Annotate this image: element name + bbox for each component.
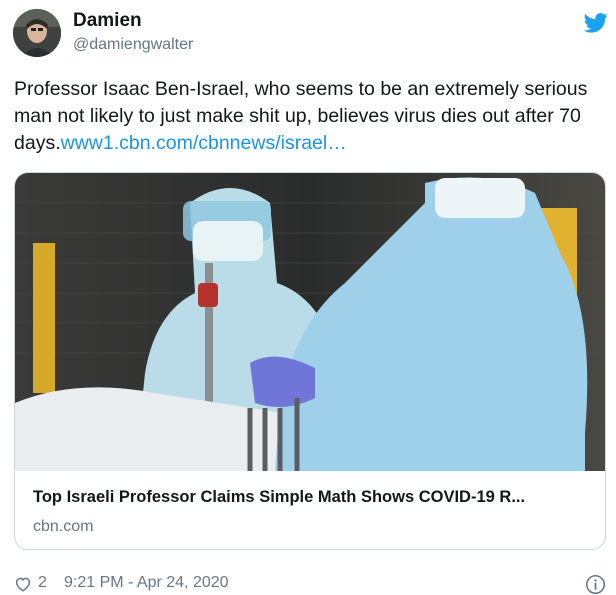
author-handle[interactable]: @damiengwalter xyxy=(73,36,193,54)
author-name[interactable]: Damien xyxy=(73,10,142,32)
avatar-image xyxy=(13,9,61,57)
info-icon[interactable] xyxy=(585,574,606,595)
card-title[interactable]: Top Israeli Professor Claims Simple Math… xyxy=(33,488,593,507)
tweet-text: Professor Isaac Ben-Israel, who seems to… xyxy=(14,76,606,157)
avatar[interactable] xyxy=(13,9,61,57)
card-image xyxy=(15,173,605,471)
heart-icon[interactable] xyxy=(14,575,32,593)
twitter-bird-icon[interactable] xyxy=(584,12,608,34)
tweet-footer: 2 9:21 PM - Apr 24, 2020 xyxy=(14,573,614,595)
card-domain: cbn.com xyxy=(33,518,94,535)
tweet-link[interactable]: www1.cbn.com/cbnnews/israel… xyxy=(61,132,347,154)
link-card[interactable]: Top Israeli Professor Claims Simple Math… xyxy=(14,172,606,550)
like-count[interactable]: 2 xyxy=(38,574,47,592)
timestamp[interactable]: 9:21 PM - Apr 24, 2020 xyxy=(64,574,229,592)
